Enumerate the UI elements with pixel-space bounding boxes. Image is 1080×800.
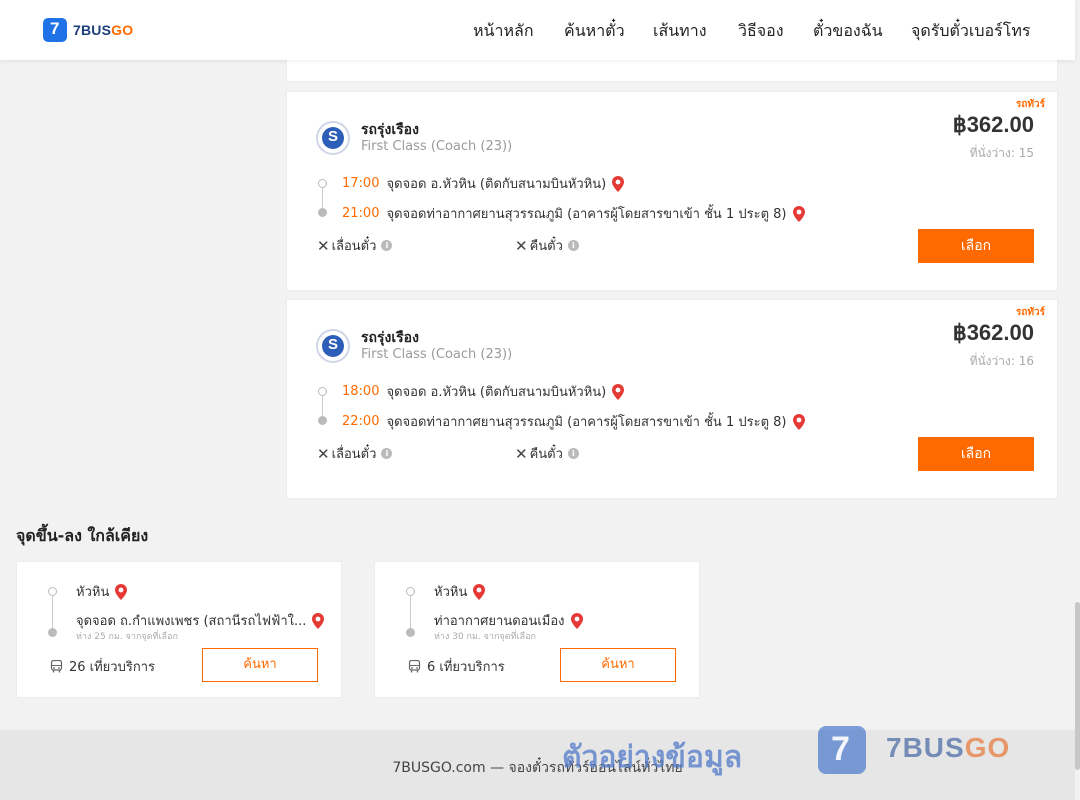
departure-stop: 18:00 จุดจอด อ.หัวหิน (ติดกับสนามบินหัวห… bbox=[342, 381, 625, 402]
nearby-search-button[interactable]: ค้นหา bbox=[560, 648, 676, 682]
nearby-origin: หัวหิน bbox=[76, 581, 128, 602]
not-allowed-icon: ✕ bbox=[317, 444, 330, 463]
select-trip-button[interactable]: เลือก bbox=[918, 437, 1034, 471]
map-pin-icon[interactable] bbox=[312, 612, 325, 629]
arrival-stop-name: จุดจอดท่าอากาศยานสุวรรณภูมิ (อาคารผู้โดย… bbox=[386, 415, 787, 430]
seat-class: First Class (Coach (23)) bbox=[361, 347, 513, 362]
nearby-distance: ห่าง 25 กม. จากจุดที่เลือก bbox=[76, 632, 178, 642]
nearby-trip-count: 26 เที่ยวบริการ bbox=[50, 656, 155, 677]
reschedule-label: เลื่อนตั๋ว bbox=[331, 447, 377, 462]
info-icon[interactable]: i bbox=[567, 448, 579, 459]
operator-name: รถรุ่งเรือง bbox=[361, 122, 419, 138]
info-icon[interactable]: i bbox=[381, 448, 393, 459]
reschedule-policy: ✕ เลื่อนตั๋ว i bbox=[317, 235, 393, 256]
nav-search-tickets[interactable]: ค้นหาตั๋ว bbox=[564, 19, 625, 44]
not-allowed-icon: ✕ bbox=[515, 236, 528, 255]
nearby-origin: หัวหิน bbox=[434, 581, 486, 602]
refund-label: คืนตั๋ว bbox=[529, 447, 563, 462]
seat-class: First Class (Coach (23)) bbox=[361, 139, 513, 154]
watermark-text: ตัวอย่างข้อมูล bbox=[562, 740, 743, 775]
departure-stop: 17:00 จุดจอด อ.หัวหิน (ติดกับสนามบินหัวห… bbox=[342, 173, 625, 194]
nearby-route-card: หัวหิน จุดจอด ถ.กำแพงเพชร (สถานีรถไฟฟ้าใ… bbox=[16, 561, 342, 698]
price: ฿362.00 bbox=[952, 320, 1034, 345]
operator-logo-icon bbox=[316, 329, 350, 363]
watermark-logo-icon bbox=[818, 726, 866, 774]
operator-name: รถรุ่งเรือง bbox=[361, 330, 419, 346]
info-icon[interactable]: i bbox=[381, 240, 393, 251]
promo-tag: รถทัวร์ bbox=[1015, 307, 1045, 318]
refund-policy: ✕ คืนตั๋ว i bbox=[515, 235, 579, 256]
watermark-brand: 7BUSGO bbox=[886, 732, 1011, 763]
arrival-stop-name: จุดจอดท่าอากาศยานสุวรรณภูมิ (อาคารผู้โดย… bbox=[386, 207, 787, 222]
price: ฿362.00 bbox=[952, 112, 1034, 137]
nearby-route-card: หัวหิน ท่าอากาศยานดอนเมือง ห่าง 30 กม. จ… bbox=[374, 561, 700, 698]
seats-available: ที่นั่งว่าง: 15 bbox=[969, 146, 1034, 160]
reschedule-label: เลื่อนตั๋ว bbox=[331, 239, 377, 254]
reschedule-policy: ✕ เลื่อนตั๋ว i bbox=[317, 443, 393, 464]
trip-card: รถทัวร์ รถรุ่งเรือง First Class (Coach (… bbox=[286, 299, 1058, 499]
destination-dot bbox=[48, 628, 57, 637]
not-allowed-icon: ✕ bbox=[515, 444, 528, 463]
nearby-section-title: จุดขึ้น-ลง ใกล้เคียง bbox=[16, 526, 149, 545]
departure-dot bbox=[318, 179, 327, 188]
arrival-time: 22:00 bbox=[342, 414, 380, 429]
arrival-stop: 21:00 จุดจอดท่าอากาศยานสุวรรณภูมิ (อาคาร… bbox=[342, 203, 805, 224]
seats-available: ที่นั่งว่าง: 16 bbox=[969, 354, 1034, 368]
map-pin-icon[interactable] bbox=[612, 175, 625, 192]
bus-icon bbox=[50, 660, 63, 673]
bus-icon bbox=[408, 660, 421, 673]
nav-how-to-book[interactable]: วิธีจอง bbox=[738, 19, 784, 44]
info-icon[interactable]: i bbox=[567, 240, 579, 251]
refund-label: คืนตั๋ว bbox=[529, 239, 563, 254]
origin-dot bbox=[406, 587, 415, 596]
refund-policy: ✕ คืนตั๋ว i bbox=[515, 443, 579, 464]
page-scrollbar[interactable] bbox=[1075, 0, 1080, 800]
main-nav: หน้าหลัก ค้นหาตั๋ว เส้นทาง วิธีจอง ตั๋วข… bbox=[0, 19, 1075, 43]
nearby-destination: จุดจอด ถ.กำแพงเพชร (สถานีรถไฟฟ้าใ... bbox=[76, 610, 325, 631]
arrival-dot bbox=[318, 416, 327, 425]
operator-logo-icon bbox=[316, 121, 350, 155]
map-pin-icon[interactable] bbox=[612, 383, 625, 400]
promo-tag: รถทัวร์ bbox=[1015, 99, 1045, 110]
destination-dot bbox=[406, 628, 415, 637]
arrival-time: 21:00 bbox=[342, 206, 380, 221]
nav-routes[interactable]: เส้นทาง bbox=[653, 19, 707, 44]
nearby-search-button[interactable]: ค้นหา bbox=[202, 648, 318, 682]
nearby-trip-count: 6 เที่ยวบริการ bbox=[408, 656, 505, 677]
nav-pickup-points[interactable]: จุดรับตั๋วเบอร์โทร bbox=[911, 19, 1030, 44]
route-line bbox=[52, 594, 53, 632]
map-pin-icon[interactable] bbox=[115, 583, 128, 600]
departure-time: 18:00 bbox=[342, 384, 380, 399]
map-pin-icon[interactable] bbox=[792, 413, 805, 430]
departure-stop-name: จุดจอด อ.หัวหิน (ติดกับสนามบินหัวหิน) bbox=[386, 177, 607, 192]
site-header: 7BUSGO หน้าหลัก ค้นหาตั๋ว เส้นทาง วิธีจอ… bbox=[0, 0, 1075, 60]
nav-my-tickets[interactable]: ตั๋วของฉัน bbox=[813, 19, 883, 44]
map-pin-icon[interactable] bbox=[570, 612, 583, 629]
map-pin-icon[interactable] bbox=[792, 205, 805, 222]
nav-home[interactable]: หน้าหลัก bbox=[473, 19, 534, 44]
arrival-dot bbox=[318, 208, 327, 217]
nearby-distance: ห่าง 30 กม. จากจุดที่เลือก bbox=[434, 632, 536, 642]
trip-card: รถทัวร์ รถรุ่งเรือง First Class (Coach (… bbox=[286, 91, 1058, 291]
scrollbar-thumb[interactable] bbox=[1075, 602, 1080, 770]
origin-dot bbox=[48, 587, 57, 596]
not-allowed-icon: ✕ bbox=[317, 236, 330, 255]
departure-dot bbox=[318, 387, 327, 396]
map-pin-icon[interactable] bbox=[473, 583, 486, 600]
previous-trip-card bbox=[286, 60, 1058, 82]
select-trip-button[interactable]: เลือก bbox=[918, 229, 1034, 263]
departure-stop-name: จุดจอด อ.หัวหิน (ติดกับสนามบินหัวหิน) bbox=[386, 385, 607, 400]
nearby-destination: ท่าอากาศยานดอนเมือง bbox=[434, 610, 583, 631]
route-line bbox=[410, 594, 411, 632]
departure-time: 17:00 bbox=[342, 176, 380, 191]
arrival-stop: 22:00 จุดจอดท่าอากาศยานสุวรรณภูมิ (อาคาร… bbox=[342, 411, 805, 432]
